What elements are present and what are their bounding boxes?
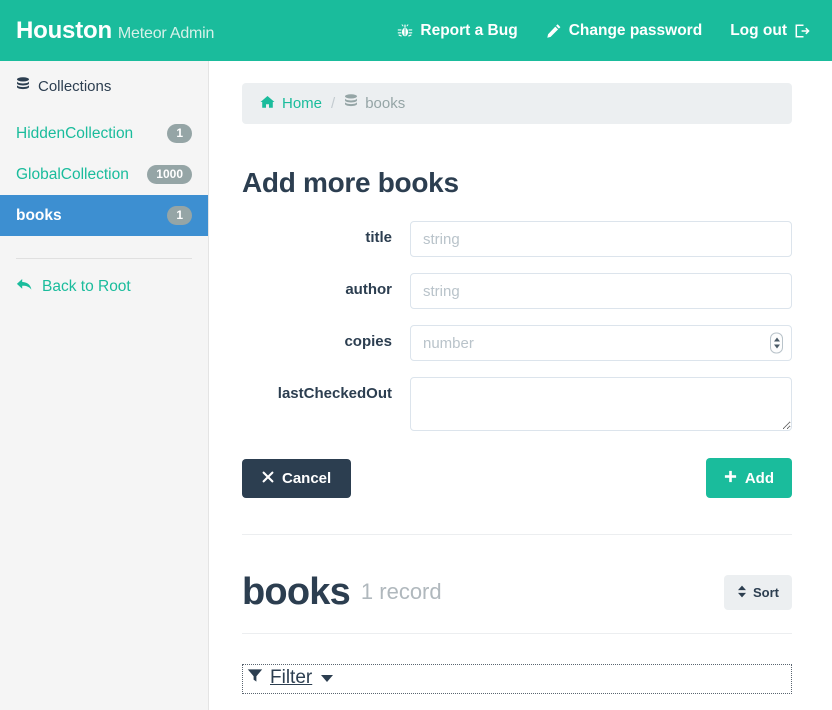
- page-title: Add more books: [242, 167, 459, 198]
- collection-name: HiddenCollection: [16, 124, 134, 142]
- form-row-title: title: [242, 221, 792, 257]
- breadcrumb-home-link[interactable]: Home: [260, 95, 322, 113]
- houston-admin-app: Houston Meteor Admin Report a Bug Change…: [0, 0, 832, 710]
- breadcrumb: Home / books: [242, 83, 792, 124]
- sort-button-label: Sort: [753, 584, 779, 600]
- sidebar-heading: Collections: [0, 77, 208, 96]
- collection-name: GlobalCollection: [16, 165, 129, 183]
- collection-name: books: [16, 206, 62, 224]
- cancel-button-label: Cancel: [282, 469, 332, 487]
- log-out-link[interactable]: Log out: [730, 22, 810, 40]
- form-actions: Cancel Add: [242, 458, 792, 498]
- sidebar-item-books[interactable]: books 1: [0, 195, 208, 236]
- plus-icon: [724, 470, 737, 486]
- reply-arrow-icon: [16, 277, 33, 297]
- collection-count-badge: 1000: [147, 164, 192, 185]
- add-button[interactable]: Add: [705, 458, 792, 498]
- number-stepper[interactable]: [770, 332, 783, 354]
- stepper-down-icon[interactable]: [773, 344, 780, 349]
- field-wrapper-copies: [410, 325, 792, 361]
- sign-out-icon: [794, 23, 810, 39]
- collection-count-badge: 1: [167, 123, 192, 144]
- copies-input[interactable]: [410, 325, 792, 361]
- records-header: books 1 record Sort: [242, 573, 792, 634]
- add-record-form: title author copies: [242, 221, 792, 498]
- field-wrapper-title: [410, 221, 792, 257]
- database-icon: [344, 94, 358, 113]
- field-wrapper-author: [410, 273, 792, 309]
- field-label-title: title: [365, 229, 392, 246]
- form-row-lastcheckedout: lastCheckedOut: [242, 377, 792, 431]
- body-wrapper: Collections HiddenCollection 1 GlobalCol…: [0, 61, 832, 710]
- field-label-copies: copies: [344, 333, 392, 350]
- caret-down-icon[interactable]: [321, 674, 334, 682]
- bug-icon: [397, 23, 413, 39]
- brand-logo[interactable]: Houston Meteor Admin: [16, 17, 214, 45]
- field-label-author: author: [345, 281, 392, 298]
- home-icon: [260, 95, 275, 113]
- database-icon: [16, 77, 30, 96]
- sort-icon: [737, 585, 747, 600]
- section-divider: [242, 534, 792, 535]
- sort-button[interactable]: Sort: [724, 574, 792, 610]
- cancel-button[interactable]: Cancel: [242, 458, 352, 498]
- stepper-up-icon[interactable]: [773, 337, 780, 342]
- main-content: Home / books Add more books title string…: [209, 61, 832, 710]
- records-count: 1 record: [360, 579, 442, 604]
- breadcrumb-separator: /: [331, 95, 336, 112]
- funnel-icon: [247, 667, 263, 689]
- sidebar-heading-label: Collections: [38, 78, 112, 95]
- brand-subtitle: Meteor Admin: [117, 24, 215, 42]
- sidebar-item-hiddencollection[interactable]: HiddenCollection 1: [0, 113, 208, 154]
- author-input[interactable]: [410, 273, 792, 309]
- brand-name: Houston: [16, 16, 112, 44]
- navbar-links: Report a Bug Change password Log out: [397, 22, 810, 40]
- change-password-link[interactable]: Change password: [546, 21, 703, 40]
- sidebar-item-globalcollection[interactable]: GlobalCollection 1000: [0, 154, 208, 195]
- add-button-label: Add: [744, 469, 774, 487]
- title-input[interactable]: [410, 221, 792, 257]
- report-a-bug-link[interactable]: Report a Bug: [397, 21, 518, 40]
- field-label-lastcheckedout: lastCheckedOut: [277, 385, 392, 402]
- back-to-root-label: Back to Root: [42, 278, 131, 295]
- breadcrumb-current: books: [344, 94, 405, 113]
- collection-count-badge: 1: [167, 205, 192, 226]
- filter-toggle[interactable]: Filter: [247, 667, 334, 689]
- form-row-author: author: [242, 273, 792, 309]
- records-title: books: [242, 571, 351, 613]
- report-a-bug-label: Report a Bug: [420, 21, 518, 39]
- filter-label: Filter: [270, 667, 313, 688]
- breadcrumb-home-label: Home: [282, 95, 323, 112]
- times-icon: [262, 471, 274, 486]
- back-to-root-link[interactable]: Back to Root: [0, 259, 208, 297]
- form-row-copies: copies: [242, 325, 792, 361]
- field-wrapper-lastcheckedout: [410, 377, 792, 431]
- breadcrumb-current-label: books: [365, 95, 406, 112]
- filter-bar[interactable]: Filter: [242, 664, 792, 694]
- log-out-label: Log out: [730, 21, 787, 39]
- top-navbar: Houston Meteor Admin Report a Bug Change…: [0, 0, 832, 61]
- lastcheckedout-textarea[interactable]: [410, 377, 792, 431]
- pencil-icon: [546, 23, 562, 39]
- sidebar: Collections HiddenCollection 1 GlobalCol…: [0, 61, 209, 710]
- change-password-label: Change password: [568, 21, 703, 39]
